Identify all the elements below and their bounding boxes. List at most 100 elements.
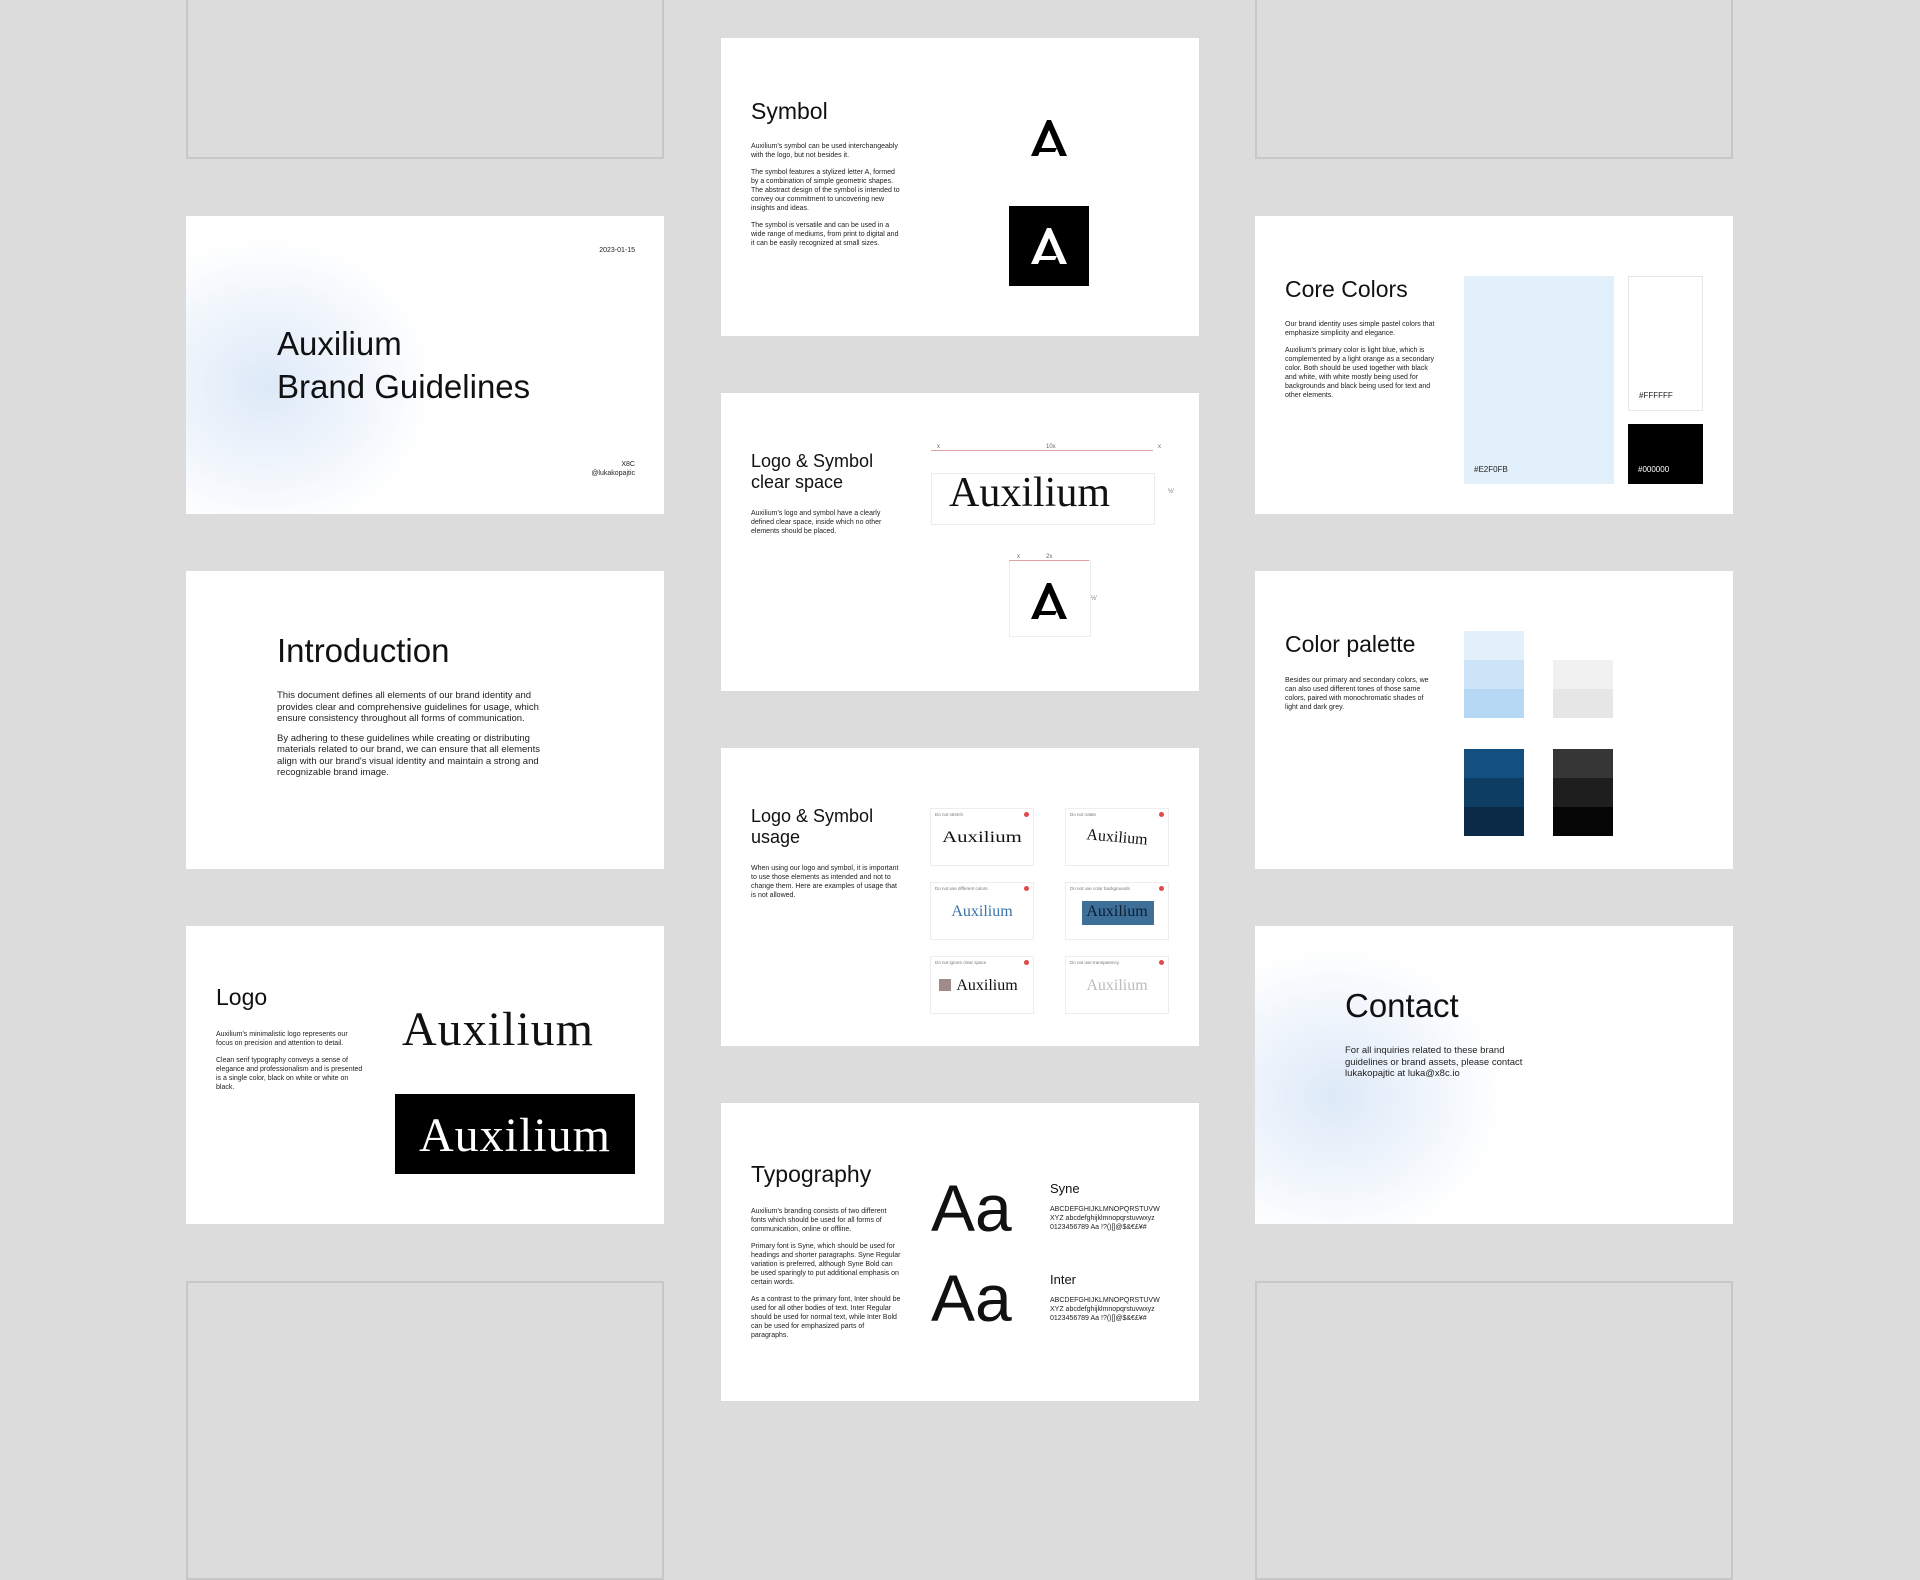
logo-title: Logo	[216, 984, 268, 1010]
author-org: X8C	[621, 461, 635, 468]
author-block: X8C @lukakopajtic	[591, 460, 635, 478]
palette-title: Color palette	[1285, 631, 1416, 657]
intro-body: This document defines all elements of ou…	[277, 690, 549, 787]
logo-para-1: Auxilium's minimalistic logo represents …	[216, 1031, 348, 1047]
usage-body: When using our logo and symbol, it is im…	[751, 865, 899, 899]
swatch-dark-blue-3	[1464, 807, 1524, 836]
slide-clear-space[interactable]: Logo & Symbol clear space Auxilium's log…	[721, 393, 1199, 691]
swatch-light-grey-2	[1553, 689, 1613, 718]
usage-card-backgrounds: Do not use color backgrounds Auxilium	[1065, 882, 1169, 940]
usage-card-caption: Do not ignore clear space	[935, 960, 987, 965]
core-colors-title: Core Colors	[1285, 276, 1408, 302]
clearspace-symbol-a-icon	[1031, 583, 1067, 619]
font-1-charset: ABCDEFGHIJKLMNOPQRSTUVW XYZ abcdefghijkl…	[1050, 1205, 1180, 1232]
clearspace-symbol-mark-y: ½'	[1091, 596, 1098, 602]
title-line-2: Brand Guidelines	[277, 368, 531, 405]
slide-contact[interactable]: Contact For all inquiries related to the…	[1255, 926, 1733, 1224]
swatch-dark-grey-1	[1553, 749, 1613, 778]
usage-card-transparency: Do not use transparency Auxilium	[1065, 956, 1169, 1014]
logo-on-black-panel: Auxilium	[395, 1094, 635, 1174]
placeholder-slide-top-left	[186, 0, 664, 159]
font-1-line-1: ABCDEFGHIJKLMNOPQRSTUVW	[1050, 1206, 1160, 1213]
typography-sample-inter: Aa	[931, 1261, 1012, 1335]
usage-card-stretch: Do not stretch Auxilium	[930, 808, 1034, 866]
clearspace-wordmark: Auxilium	[949, 470, 1111, 516]
slide-usage[interactable]: Logo & Symbol usage When using our logo …	[721, 748, 1199, 1046]
clearspace-symbol-guide-top	[1009, 560, 1089, 561]
slide-color-palette[interactable]: Color palette Besides our primary and se…	[1255, 571, 1733, 869]
placeholder-slide-top-right	[1255, 0, 1733, 159]
symbol-para-3: The symbol is versatile and can be used …	[751, 222, 899, 247]
clearspace-body: Auxilium's logo and symbol have a clearl…	[751, 510, 882, 535]
symbol-para-1: Auxilium's symbol can be used interchang…	[751, 143, 898, 159]
swatch-dark-grey-2	[1553, 778, 1613, 807]
usage-card-rotate: Do not rotate Auxilium	[1065, 808, 1169, 866]
symbol-a-white-icon	[1031, 228, 1067, 264]
core-colors-para-2: Auxilium's primary color is light blue, …	[1285, 347, 1435, 399]
font-1-name: Syne	[1050, 1181, 1080, 1196]
usage-card-colors: Do not use different colors Auxilium	[930, 882, 1034, 940]
intro-para-1: This document defines all elements of ou…	[277, 690, 539, 724]
usage-card-wordmark: Auxilium	[1086, 903, 1148, 920]
typography-body: Auxilium's branding consists of two diff…	[751, 1207, 901, 1348]
logo-wordmark-black: Auxilium	[402, 1003, 595, 1056]
usage-card-wordmark: Auxilium	[956, 977, 1018, 994]
usage-card-caption: Do not rotate	[1070, 812, 1097, 817]
usage-card-wordmark: Auxilium	[951, 903, 1013, 920]
typography-para-2: Primary font is Syne, which should be us…	[751, 1243, 901, 1286]
clearspace-title-line-1: Logo & Symbol	[751, 451, 874, 471]
usage-card-clearspace: Do not ignore clear space Auxilium	[930, 956, 1034, 1014]
swatch-dark-grey-3	[1553, 807, 1613, 836]
usage-card-wordmark: Auxilium	[942, 829, 1022, 846]
clearspace-title-line-2: clear space	[751, 472, 844, 492]
swatch-light-grey-1	[1553, 660, 1613, 689]
slide-typography[interactable]: Typography Auxilium's branding consists …	[721, 1103, 1199, 1401]
clearspace-symbol-mark-x: x	[1017, 554, 1020, 560]
swatch-dark-blue-1	[1464, 749, 1524, 778]
usage-title-line-1: Logo & Symbol	[751, 806, 874, 826]
slide-symbol[interactable]: Symbol Auxilium's symbol can be used int…	[721, 38, 1199, 336]
symbol-para-2: The symbol features a stylized letter A,…	[751, 169, 900, 212]
slide-logo[interactable]: Logo Auxilium's minimalistic logo repres…	[186, 926, 664, 1224]
swatch-light-blue-2	[1464, 660, 1524, 689]
error-icon	[1159, 812, 1164, 817]
usage-card-caption: Do not use different colors	[935, 886, 988, 891]
color-label-black: #000000	[1638, 465, 1670, 474]
logo-wordmark-white: Auxilium	[418, 1109, 611, 1162]
palette-body: Besides our primary and secondary colors…	[1285, 677, 1429, 711]
clearspace-mark-x-left: x	[937, 444, 940, 450]
slide-title[interactable]: 2023-01-15 Auxilium Brand Guidelines X8C…	[186, 216, 664, 514]
swatch-light-blue-1	[1464, 631, 1524, 660]
color-swatch-black: #000000	[1628, 424, 1703, 484]
color-swatch-primary: #E2F0FB	[1464, 276, 1614, 484]
error-icon	[1024, 886, 1029, 891]
placeholder-slide-bottom-left	[186, 1281, 664, 1580]
color-label-primary: #E2F0FB	[1474, 465, 1508, 474]
typography-title: Typography	[751, 1161, 872, 1187]
logo-body: Auxilium's minimalistic logo represents …	[216, 1030, 366, 1100]
error-icon	[1159, 960, 1164, 965]
typography-para-1: Auxilium's branding consists of two diff…	[751, 1208, 887, 1233]
contact-title: Contact	[1345, 987, 1459, 1024]
error-icon	[1024, 960, 1029, 965]
core-colors-body: Our brand identity uses simple pastel co…	[1285, 320, 1435, 408]
error-icon	[1159, 886, 1164, 891]
slide-core-colors[interactable]: Core Colors Our brand identity uses simp…	[1255, 216, 1733, 514]
intro-para-2: By adhering to these guidelines while cr…	[277, 732, 540, 779]
usage-card-wordmark: Auxilium	[1086, 977, 1148, 994]
page-title: Auxilium Brand Guidelines	[277, 322, 530, 408]
usage-title-line-2: usage	[751, 827, 801, 847]
symbol-body: Auxilium's symbol can be used interchang…	[751, 142, 901, 256]
symbol-title: Symbol	[751, 98, 828, 124]
clearspace-symbol-mark-2x: 2x	[1046, 554, 1053, 560]
usage-card-wordmark: Auxilium	[1085, 826, 1149, 849]
date-label: 2023-01-15	[599, 247, 635, 254]
slide-introduction[interactable]: Introduction This document defines all e…	[186, 571, 664, 869]
contact-body: For all inquiries related to these brand…	[1345, 1045, 1523, 1079]
swatch-dark-blue-2	[1464, 778, 1524, 807]
title-line-1: Auxilium	[277, 325, 402, 362]
clearspace-mark-10x: 10x	[1046, 444, 1056, 450]
usage-card-caption: Do not use color backgrounds	[1070, 886, 1130, 891]
font-1-line-2: XYZ abcdefghijklmnopqrstuvwxyz	[1050, 1215, 1155, 1222]
symbol-on-black-panel	[1009, 206, 1089, 286]
